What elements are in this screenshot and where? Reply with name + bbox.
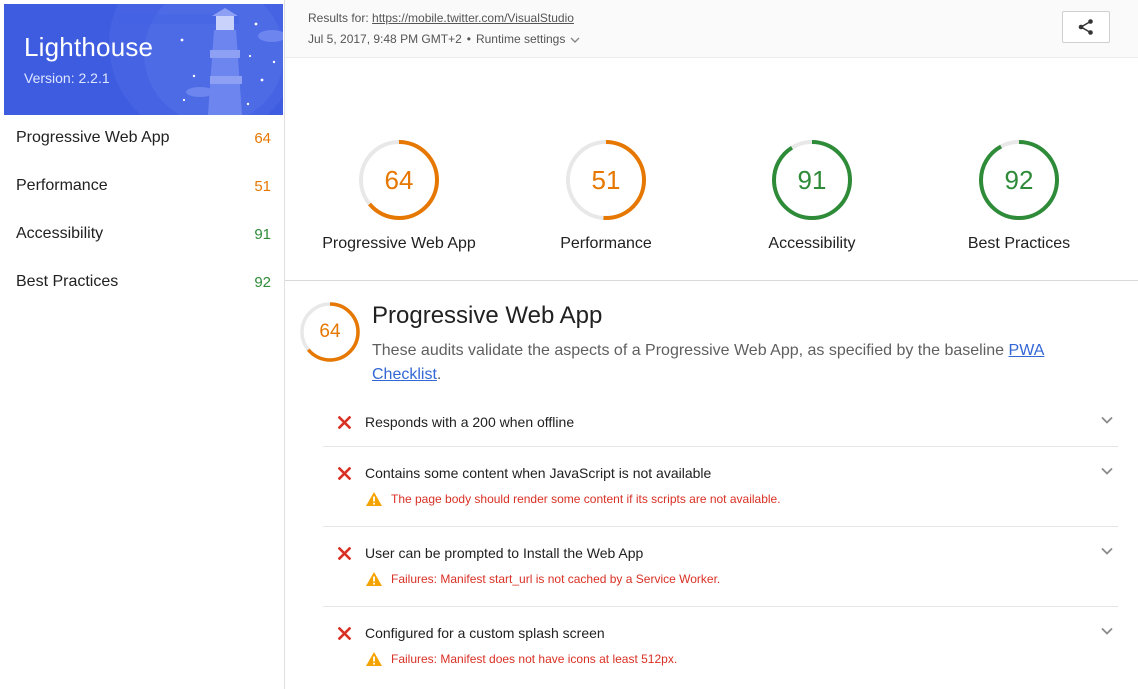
chevron-down-icon[interactable]	[1100, 415, 1114, 425]
gauge-score: 64	[384, 165, 414, 195]
section-score-gauge: 64	[299, 301, 361, 363]
nav-item-best-practices[interactable]: Best Practices 92	[0, 258, 284, 306]
nav-item-label: Best Practices	[16, 273, 119, 290]
audit-title: Responds with a 200 when offline	[365, 414, 575, 430]
gauge-best-practices[interactable]: 92 Best Practices	[939, 138, 1099, 253]
audit-item[interactable]: Contains some content when JavaScript is…	[323, 447, 1118, 527]
fail-x-icon	[323, 466, 365, 480]
chevron-down-icon[interactable]	[1100, 466, 1114, 476]
section-description: These audits validate the aspects of a P…	[372, 339, 1092, 387]
audit-warning-text: Failures: Manifest does not have icons a…	[391, 652, 678, 666]
section-score: 64	[319, 321, 341, 342]
audit-header[interactable]: User can be prompted to Install the Web …	[323, 533, 1118, 573]
nav-item-progressive-web-app[interactable]: Progressive Web App 64	[0, 114, 284, 162]
gauge-ring: 91	[770, 138, 854, 222]
audit-title: User can be prompted to Install the Web …	[365, 545, 644, 561]
audit-header[interactable]: Contains some content when JavaScript is…	[323, 453, 1118, 493]
results-url-link[interactable]: https://mobile.twitter.com/VisualStudio	[372, 11, 574, 25]
share-button[interactable]	[1062, 11, 1110, 43]
nav-item-performance[interactable]: Performance 51	[0, 162, 284, 210]
report-date: Jul 5, 2017, 9:48 PM GMT+2	[308, 32, 462, 46]
gauge-performance[interactable]: 51 Performance	[526, 138, 686, 253]
nav-item-label: Progressive Web App	[16, 129, 170, 146]
gauge-accessibility[interactable]: 91 Accessibility	[732, 138, 892, 253]
warning-icon	[365, 571, 383, 587]
fail-x-icon	[323, 415, 365, 429]
gauge-ring: 92	[977, 138, 1061, 222]
gauge-ring: 64	[357, 138, 441, 222]
section-description-end: .	[436, 366, 442, 383]
gauge-label: Performance	[560, 235, 652, 252]
audit-item[interactable]: Configured for a custom splash screen Fa…	[323, 607, 1118, 687]
chevron-down-icon[interactable]	[1100, 546, 1114, 556]
section-title: Progressive Web App	[372, 302, 603, 329]
chevron-down-icon	[570, 37, 580, 43]
sidebar: Lighthouse Version: 2.2.1 Progressive We…	[0, 0, 285, 689]
nav-item-score: 64	[254, 129, 271, 147]
nav-item-score: 91	[254, 225, 271, 243]
nav-item-accessibility[interactable]: Accessibility 91	[0, 210, 284, 258]
results-for-label: Results for:	[308, 11, 369, 25]
gauge-ring: 51	[564, 138, 648, 222]
audit-header[interactable]: Responds with a 200 when offline	[323, 402, 1118, 442]
chevron-down-icon[interactable]	[1100, 626, 1114, 636]
nav-item-score: 92	[254, 273, 271, 291]
section-description-text: These audits validate the aspects of a P…	[372, 342, 1009, 359]
audit-title: Configured for a custom splash screen	[365, 625, 605, 641]
share-icon	[1078, 19, 1093, 35]
fail-x-icon	[323, 546, 365, 560]
gauge-label: Progressive Web App	[322, 235, 476, 252]
audit-title: Contains some content when JavaScript is…	[365, 465, 712, 481]
gauge-label: Accessibility	[768, 235, 856, 252]
warning-icon	[365, 491, 383, 507]
gauge-score: 92	[1004, 165, 1034, 195]
audit-item[interactable]: Responds with a 200 when offline	[323, 402, 1118, 447]
separator-dot: •	[466, 32, 471, 46]
audit-header[interactable]: Configured for a custom splash screen	[323, 613, 1118, 653]
audit-warning-text: The page body should render some content…	[391, 492, 781, 506]
gauge-label: Best Practices	[967, 235, 1071, 252]
gauge-score: 91	[797, 165, 827, 195]
gauge-progressive-web-app[interactable]: 64 Progressive Web App	[319, 138, 479, 253]
audit-warning-text: Failures: Manifest start_url is not cach…	[391, 572, 721, 586]
fail-x-icon	[323, 626, 365, 640]
audit-item[interactable]: User can be prompted to Install the Web …	[323, 527, 1118, 607]
warning-icon	[365, 651, 383, 667]
nav-item-label: Accessibility	[16, 225, 104, 242]
category-section-pwa: 64 Progressive Web App These audits vali…	[285, 281, 1138, 689]
nav-item-score: 51	[254, 177, 271, 195]
report-meta: Jul 5, 2017, 9:48 PM GMT+2 • Runtime setti…	[308, 32, 580, 46]
runtime-settings-toggle[interactable]: Runtime settings	[476, 32, 580, 46]
lighthouse-banner: Lighthouse Version: 2.2.1	[4, 4, 283, 115]
report-header: Results for: https://mobile.twitter.com/…	[285, 0, 1138, 58]
results-for: Results for: https://mobile.twitter.com/…	[308, 11, 574, 25]
category-nav: Progressive Web App 64 Performance 51 Ac…	[0, 114, 284, 306]
app-version: Version: 2.2.1	[24, 70, 110, 86]
audit-list: Responds with a 200 when offline Contain…	[323, 402, 1118, 687]
gauge-score: 51	[591, 165, 621, 195]
score-gauges: 64 Progressive Web App 51 Performance 91…	[285, 58, 1138, 281]
app-title: Lighthouse	[24, 32, 154, 62]
nav-item-label: Performance	[16, 177, 108, 194]
runtime-settings-label: Runtime settings	[475, 32, 566, 46]
